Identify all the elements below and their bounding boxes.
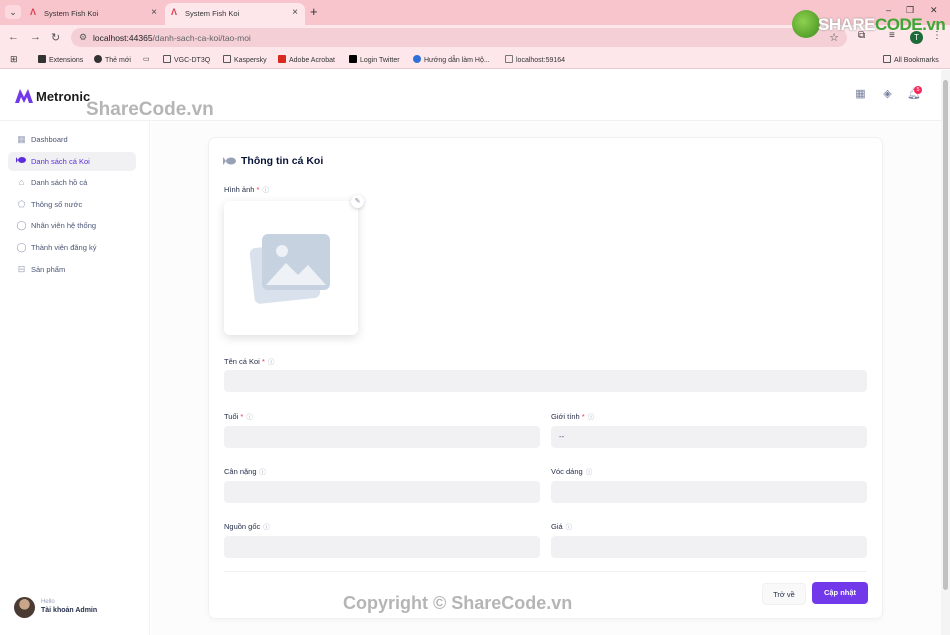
sidebar-item-pond-list[interactable]: ⌂ Danh sách hồ cá (8, 173, 136, 192)
watermark-bottom: Copyright © ShareCode.vn (343, 593, 573, 613)
info-icon: ⓘ (585, 469, 593, 476)
site-info-icon[interactable]: ⚙ (79, 32, 87, 43)
bookmark-extensions[interactable]: Extensions (38, 55, 83, 64)
sidebar-item-label: Danh sách hồ cá (31, 178, 88, 187)
bookmark-adobe[interactable]: Adobe Acrobat (278, 55, 335, 64)
fish-icon (16, 156, 27, 167)
basket-icon: ⊟ (17, 264, 26, 274)
sidebar-item-staff[interactable]: ◯ Nhân viên hệ thống (8, 216, 136, 235)
avatar (14, 597, 35, 618)
origin-input[interactable] (224, 536, 540, 558)
apps-grid-icon[interactable]: ⊞ (10, 54, 18, 65)
sidebar-item-label: Nhân viên hệ thống (31, 221, 97, 230)
user-name: Tài khoản Admin (41, 607, 98, 614)
bank-icon: ⌂ (18, 177, 25, 187)
favicon-icon: Λ (171, 7, 178, 17)
sidebar-item-dashboard[interactable]: ▦ Dashboard (8, 130, 136, 149)
grid-icon: ▦ (17, 134, 26, 144)
info-icon: ⓘ (263, 524, 270, 531)
forward-icon[interactable]: → (30, 31, 41, 43)
url-text[interactable]: localhost:44365/danh-sach-ca-koi/tao-moi (93, 33, 251, 43)
all-bookmarks[interactable]: All Bookmarks (883, 55, 939, 64)
user-edit-icon: ◯ (16, 242, 27, 252)
age-label: Tuổi * ⓘ (224, 412, 253, 421)
info-icon: ⓘ (587, 414, 595, 421)
tab-title: System Fish Koi (44, 9, 99, 18)
sidebar-item-members[interactable]: ◯ Thành viên đăng ký (8, 238, 136, 257)
tag-icon: ⬠ (17, 199, 26, 209)
reload-icon[interactable]: ↻ (51, 31, 60, 44)
bookmarks-bar: ⊞ Extensions Thẻ mới ▭ VGC-DT3Q Kaspersk… (0, 50, 950, 69)
back-button[interactable]: Trở về (762, 583, 806, 605)
globe-icon (792, 10, 820, 38)
info-icon: ⓘ (267, 359, 275, 366)
user-icon: ◯ (16, 220, 27, 230)
scrollbar-thumb[interactable] (943, 80, 948, 590)
image-upload-preview[interactable] (224, 201, 358, 335)
new-tab-icon[interactable]: + (310, 4, 318, 19)
user-greeting: Hello (41, 599, 55, 605)
layers-icon[interactable]: ◈ (881, 88, 894, 101)
info-icon: ⓘ (262, 187, 269, 194)
close-tab-icon[interactable]: × (292, 7, 298, 18)
edit-image-icon[interactable]: ✎ (351, 195, 364, 208)
form-divider (224, 571, 867, 572)
bookmark-vgc[interactable]: VGC-DT3Q (163, 55, 210, 64)
sidebar-item-koi-list[interactable]: Danh sách cá Koi (8, 152, 136, 171)
metronic-logo-icon (15, 89, 33, 103)
close-tab-icon[interactable]: × (151, 7, 157, 18)
browser-tab-2[interactable]: Λ System Fish Koi × (165, 3, 305, 25)
weight-label: Cân nặng ⓘ (224, 467, 267, 476)
sidebar-item-label: Thông số nước (31, 200, 83, 209)
sidebar-item-label: Danh sách cá Koi (31, 157, 90, 166)
fish-icon (223, 157, 236, 165)
notification-badge: 5 (914, 86, 922, 94)
favicon-icon: Λ (30, 7, 37, 17)
bookmark-twitter[interactable]: Login Twitter (349, 55, 400, 64)
gender-select[interactable]: -- (551, 426, 867, 448)
save-button[interactable]: Cập nhật (812, 582, 868, 604)
origin-label: Nguồn gốc ⓘ (224, 522, 270, 531)
brand-name: Metronic (36, 89, 91, 104)
name-label: Tên cá Koi * ⓘ (224, 357, 275, 366)
bookmark-new-tab[interactable]: Thẻ mới (94, 55, 131, 64)
bookmark-separator-icon: ▭ (143, 56, 150, 63)
bookmark-localhost[interactable]: localhost:59164 (505, 55, 565, 64)
browser-tab-1[interactable]: Λ System Fish Koi × (24, 3, 164, 25)
calendar-icon[interactable]: ▦ (854, 88, 867, 101)
price-label: Giá ⓘ (551, 522, 573, 531)
price-input[interactable] (551, 536, 867, 558)
info-icon: ⓘ (565, 524, 573, 531)
tab-title: System Fish Koi (185, 9, 240, 18)
image-label: Hình ảnh * ⓘ (224, 185, 269, 194)
sharecode-logo: SHARECODE.vn (792, 10, 946, 40)
image-placeholder-icon (249, 234, 330, 304)
weight-input[interactable] (224, 481, 540, 503)
gender-label: Giới tính * ⓘ (551, 412, 595, 421)
bookmark-kaspersky[interactable]: Kaspersky (223, 55, 267, 64)
shape-input[interactable] (551, 481, 867, 503)
sidebar-item-water-params[interactable]: ⬠ Thông số nước (8, 195, 136, 214)
age-input[interactable] (224, 426, 540, 448)
sidebar-item-products[interactable]: ⊟ Sản phẩm (8, 260, 136, 279)
form-title: Thông tin cá Koi (241, 155, 324, 167)
watermark-top: ShareCode.vn (86, 99, 214, 120)
koi-name-input[interactable] (224, 370, 867, 392)
omnibox[interactable]: ⚙ localhost:44365/danh-sach-ca-koi/tao-m… (71, 28, 847, 47)
shape-label: Vóc dáng ⓘ (551, 467, 593, 476)
back-icon[interactable]: ← (8, 31, 19, 43)
sidebar-item-label: Thành viên đăng ký (31, 243, 97, 252)
sidebar-item-label: Sản phẩm (31, 265, 66, 274)
info-icon: ⓘ (246, 414, 253, 421)
info-icon: ⓘ (259, 469, 267, 476)
bookmark-guide[interactable]: Hướng dẫn làm Hộ... (413, 55, 490, 64)
tab-search-icon[interactable]: ⌄ (5, 5, 21, 19)
sidebar-item-label: Dashboard (31, 135, 68, 144)
